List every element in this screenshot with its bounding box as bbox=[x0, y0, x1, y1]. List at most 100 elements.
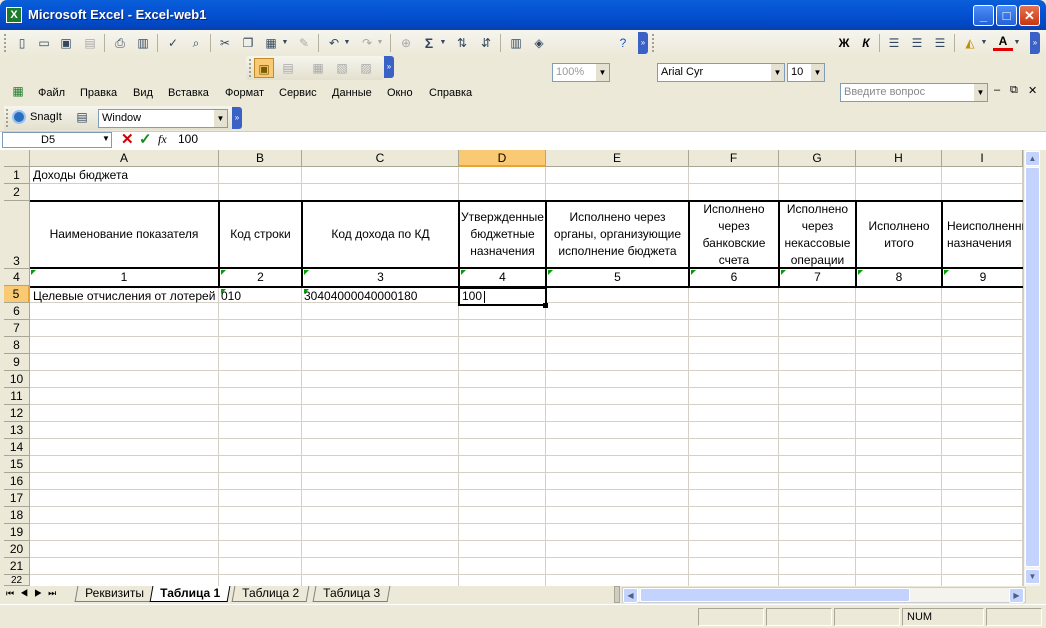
row-header[interactable]: 20 bbox=[4, 541, 30, 558]
tab-split-handle[interactable] bbox=[614, 586, 620, 603]
number-cell[interactable]: 3 bbox=[303, 269, 460, 288]
paste-icon[interactable]: ▦ bbox=[261, 33, 281, 53]
cell-c5[interactable]: 30404000040000180 bbox=[304, 288, 458, 305]
menu-help[interactable]: Справка bbox=[429, 86, 472, 100]
row-header[interactable]: 19 bbox=[4, 524, 30, 541]
number-cell[interactable]: 1 bbox=[30, 269, 220, 288]
spelling-icon[interactable]: ✓ bbox=[163, 33, 183, 53]
tab-scroll-buttons[interactable]: ⏮◀▶⏭ bbox=[6, 588, 62, 599]
research-icon[interactable]: ⌕ bbox=[186, 33, 206, 53]
toolbar-grip[interactable] bbox=[4, 34, 7, 52]
doc-close-icon[interactable]: ✕ bbox=[1028, 84, 1037, 97]
number-cell[interactable]: 2 bbox=[220, 269, 303, 288]
row-header[interactable]: 14 bbox=[4, 439, 30, 456]
lock-icon[interactable]: ▣ bbox=[254, 58, 274, 78]
snagit-options-icon[interactable]: ▤ bbox=[72, 107, 92, 127]
header-cell[interactable]: Неисполненные назначения bbox=[943, 202, 1023, 269]
font-color-dropdown-icon[interactable]: ▼ bbox=[1013, 33, 1021, 53]
format-painter-icon[interactable]: ✎ bbox=[294, 33, 314, 53]
column-header-a[interactable]: A bbox=[30, 150, 219, 167]
scroll-thumb[interactable] bbox=[1025, 167, 1040, 567]
row-header[interactable]: 13 bbox=[4, 422, 30, 439]
enter-icon[interactable]: ✓ bbox=[139, 130, 152, 148]
row-header[interactable]: 18 bbox=[4, 507, 30, 524]
align-right-icon[interactable]: ☰ bbox=[930, 33, 950, 53]
scroll-thumb[interactable] bbox=[640, 588, 910, 602]
autosum-icon[interactable]: Σ bbox=[419, 33, 439, 53]
chevron-down-icon[interactable]: ▼ bbox=[974, 84, 987, 101]
tab-tablica-2[interactable]: Таблица 2 bbox=[231, 586, 310, 602]
number-cell[interactable]: 4 bbox=[460, 269, 547, 288]
name-box[interactable]: D5 bbox=[2, 132, 112, 148]
insert-function-icon[interactable]: fx bbox=[158, 132, 167, 147]
toolbar-options-icon[interactable]: » bbox=[232, 107, 242, 129]
menu-window[interactable]: Окно bbox=[387, 86, 413, 100]
row-header[interactable]: 1 bbox=[4, 167, 30, 184]
align-center-icon[interactable]: ☰ bbox=[907, 33, 927, 53]
menu-edit[interactable]: Правка bbox=[80, 86, 117, 100]
protect-workbook-icon[interactable]: ▤ bbox=[278, 58, 298, 78]
row-header[interactable]: 15 bbox=[4, 456, 30, 473]
font-color-icon[interactable]: A bbox=[993, 33, 1013, 51]
menu-format[interactable]: Формат bbox=[225, 86, 264, 100]
toolbar-options-icon[interactable]: » bbox=[1030, 32, 1040, 54]
header-cell[interactable]: Исполнено через некассовые операции bbox=[780, 202, 857, 269]
scroll-down-icon[interactable]: ▼ bbox=[1025, 569, 1040, 584]
name-box-dropdown-icon[interactable]: ▼ bbox=[102, 134, 110, 143]
protect-sharing-icon[interactable]: ▧ bbox=[332, 58, 352, 78]
sort-ascending-icon[interactable]: ⇅ bbox=[452, 33, 472, 53]
row-header[interactable]: 3 bbox=[4, 201, 30, 269]
formula-input[interactable]: 100 bbox=[178, 132, 198, 146]
spreadsheet-grid[interactable]: A B C D E F G H I 1 2 3 4 5 6 7 8 9 10 1… bbox=[4, 150, 1040, 586]
hyperlink-icon[interactable]: ⊕ bbox=[396, 33, 416, 53]
snagit-icon[interactable] bbox=[12, 110, 26, 124]
toolbar-grip[interactable] bbox=[652, 34, 655, 52]
menu-insert[interactable]: Вставка bbox=[168, 86, 209, 100]
column-header-i[interactable]: I bbox=[942, 150, 1023, 167]
row-header[interactable]: 12 bbox=[4, 405, 30, 422]
header-cell[interactable]: Код дохода по КД bbox=[303, 202, 460, 269]
cell-b5[interactable]: 010 bbox=[221, 288, 301, 305]
scroll-right-icon[interactable]: ▶ bbox=[1009, 588, 1024, 603]
save-icon[interactable]: ▣ bbox=[56, 33, 76, 53]
open-icon[interactable]: ▭ bbox=[34, 33, 54, 53]
toolbar-grip[interactable] bbox=[6, 109, 9, 127]
number-cell[interactable]: 6 bbox=[690, 269, 780, 288]
paste-dropdown-icon[interactable]: ▼ bbox=[281, 33, 289, 53]
help-search-input[interactable]: Введите вопрос ▼ bbox=[840, 83, 988, 102]
column-header-b[interactable]: B bbox=[219, 150, 302, 167]
row-header[interactable]: 6 bbox=[4, 303, 30, 320]
close-button[interactable]: ✕ bbox=[1019, 5, 1040, 26]
chart-wizard-icon[interactable]: ▥ bbox=[506, 33, 526, 53]
row-header[interactable]: 17 bbox=[4, 490, 30, 507]
redo-icon[interactable]: ↷ bbox=[357, 33, 377, 53]
maximize-button[interactable]: □ bbox=[996, 5, 1017, 26]
number-cell[interactable]: 9 bbox=[943, 269, 1023, 288]
cancel-icon[interactable]: ✕ bbox=[121, 130, 134, 148]
snagit-mode-combo[interactable]: Window ▼ bbox=[98, 109, 228, 128]
chevron-down-icon[interactable]: ▼ bbox=[214, 110, 227, 127]
toolbar-grip[interactable] bbox=[249, 59, 252, 77]
autosum-dropdown-icon[interactable]: ▼ bbox=[439, 33, 447, 53]
print-preview-icon[interactable]: ▥ bbox=[133, 33, 153, 53]
number-cell[interactable]: 5 bbox=[547, 269, 690, 288]
permission-icon[interactable]: ▤ bbox=[80, 33, 100, 53]
help-icon[interactable]: ? bbox=[613, 33, 633, 53]
column-header-f[interactable]: F bbox=[689, 150, 779, 167]
redo-dropdown-icon[interactable]: ▼ bbox=[376, 33, 384, 53]
row-header[interactable]: 2 bbox=[4, 184, 30, 201]
header-cell[interactable]: Исполнено через банковские счета bbox=[690, 202, 780, 269]
bold-button[interactable]: Ж bbox=[834, 33, 854, 53]
row-header[interactable]: 21 bbox=[4, 558, 30, 575]
row-header[interactable]: 4 bbox=[4, 269, 30, 286]
header-cell[interactable]: Утвержденные бюджетные назначения bbox=[460, 202, 547, 269]
scroll-left-icon[interactable]: ◀ bbox=[623, 588, 638, 603]
italic-button[interactable]: К bbox=[856, 33, 876, 53]
header-cell[interactable]: Код строки bbox=[220, 202, 303, 269]
active-cell-d5[interactable]: 100 bbox=[458, 287, 547, 306]
snagit-label[interactable]: SnagIt bbox=[30, 111, 62, 123]
cell-a5[interactable]: Целевые отчисления от лотерей bbox=[33, 288, 219, 305]
allow-edit-ranges-icon[interactable]: ▦ bbox=[308, 58, 328, 78]
row-header[interactable]: 5 bbox=[4, 286, 30, 303]
row-header[interactable]: 7 bbox=[4, 320, 30, 337]
